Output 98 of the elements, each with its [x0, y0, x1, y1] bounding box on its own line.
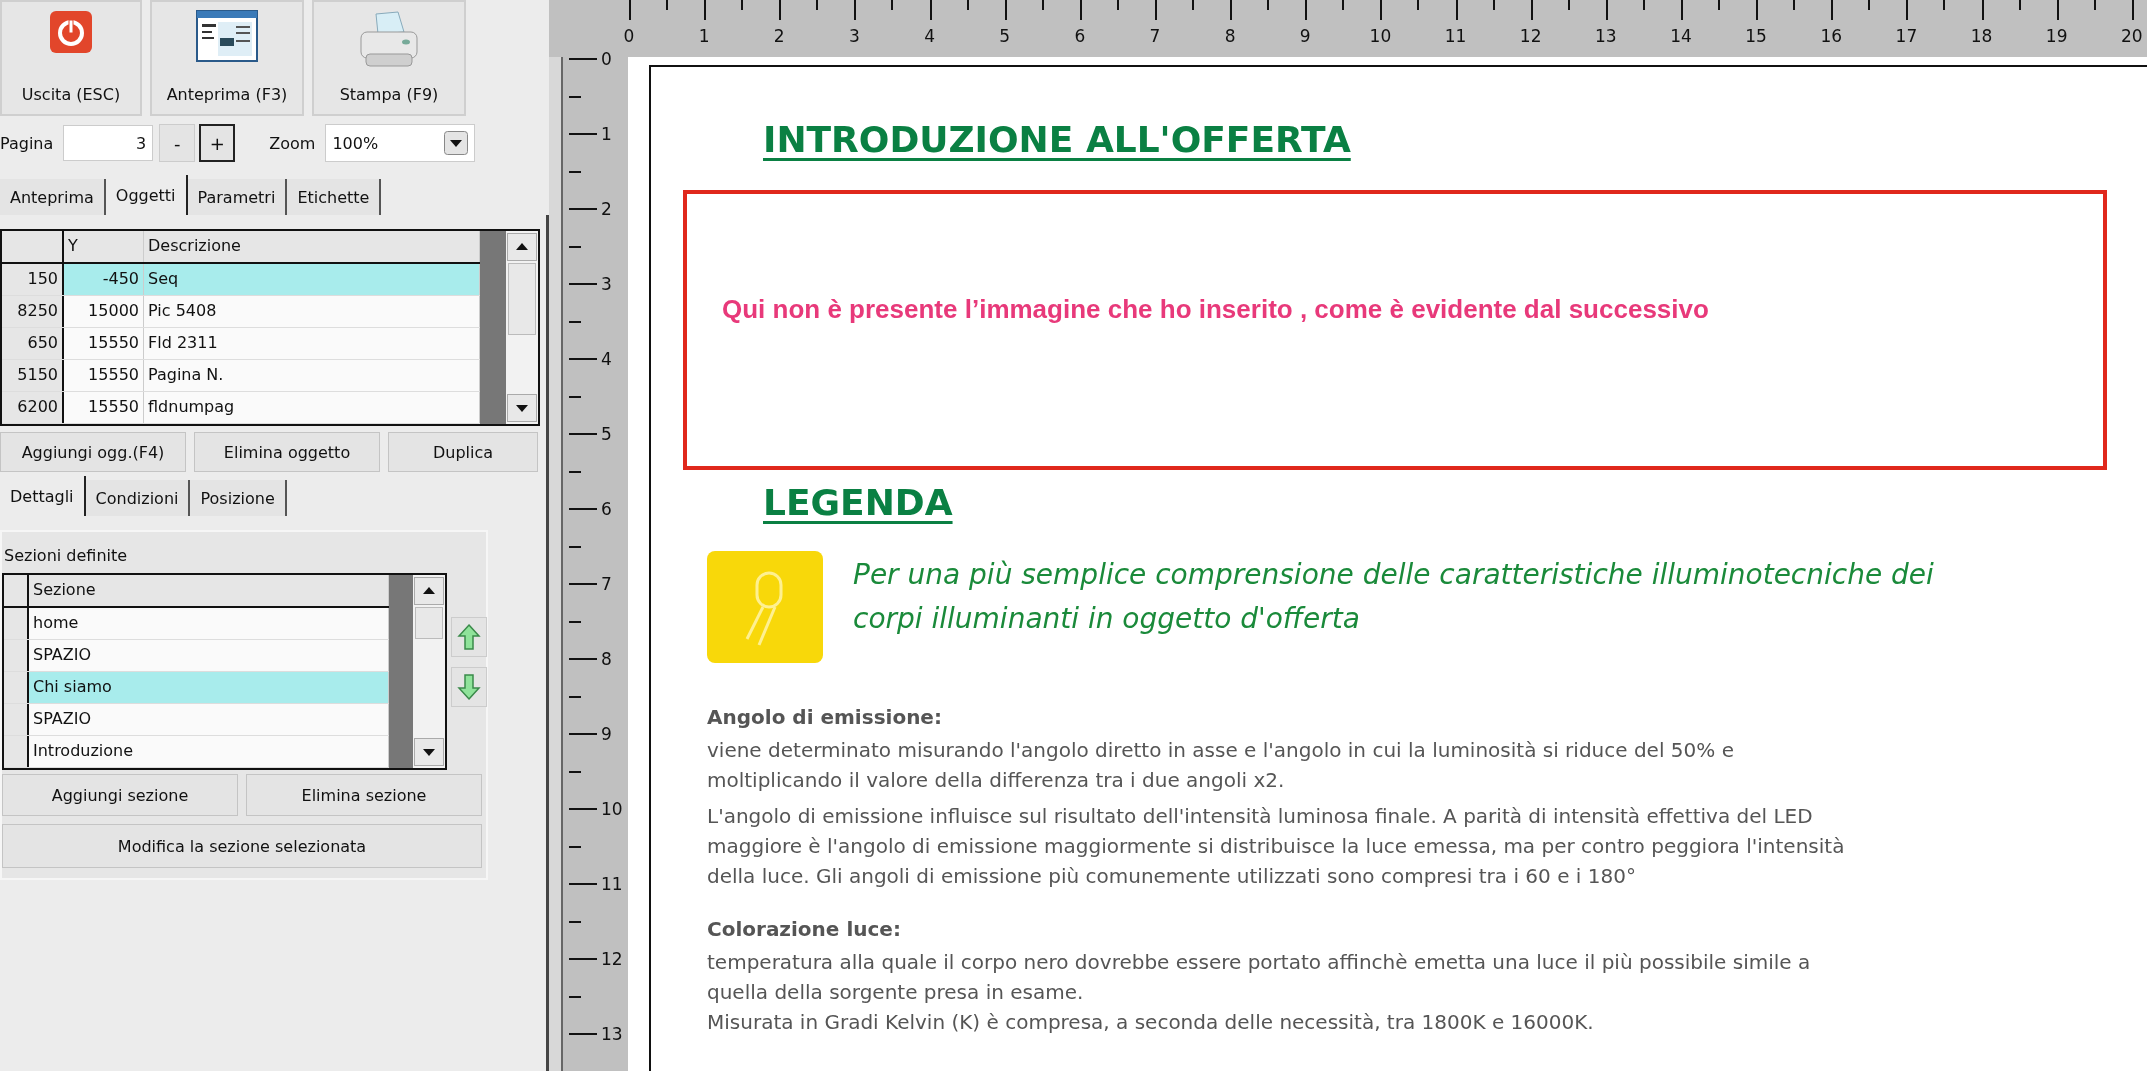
- ruler-label: 9: [601, 724, 612, 744]
- table-cell: 8250: [2, 296, 64, 327]
- ruler-label: 10: [1369, 26, 1392, 46]
- scroll-thumb[interactable]: [415, 607, 443, 639]
- ruler-label: 11: [601, 874, 623, 894]
- section-button[interactable]: Aggiungi sezione: [2, 774, 238, 816]
- table-cell: 150: [2, 264, 64, 295]
- led-icon: [707, 551, 823, 663]
- legend-intro-text: Per una più semplice comprensione delle caratteristiche illuminotecniche dei corpi illuminanti in oggetto d'offerta: [853, 557, 1934, 637]
- ruler-label: 4: [924, 26, 935, 46]
- object-button[interactable]: Aggiungi ogg.(F4): [0, 432, 186, 472]
- document-window-icon: [196, 10, 258, 62]
- scrollbar[interactable]: [413, 575, 445, 768]
- paragraph: temperatura alla quale il corpo nero dovrebbe essere portato affinchè emetta una luce il più possibile simile a quella della sorgente presa in esame. Misurata in Gradi Kelvin (K) è compresa, a seconda delle necessità, tra 1800K e 16000K.: [707, 949, 1811, 1036]
- ruler-label: 6: [1074, 26, 1086, 46]
- ruler-label: 6: [601, 499, 612, 519]
- scroll-down-icon[interactable]: [507, 394, 537, 422]
- toolbar-button[interactable]: Uscita (ESC): [0, 0, 142, 116]
- ruler-label: 1: [601, 124, 612, 144]
- table-cell: 5150: [2, 360, 64, 391]
- zoom-label: Zoom: [269, 133, 316, 153]
- ruler-label: 10: [601, 799, 623, 819]
- ruler-label: 2: [773, 26, 785, 46]
- move-up-button[interactable]: [451, 617, 487, 657]
- ruler-label: 8: [601, 649, 612, 669]
- table-cell: 15550: [64, 328, 144, 359]
- table-cell: 650: [2, 328, 64, 359]
- page-number-field[interactable]: 3: [63, 125, 154, 161]
- heading: INTRODUZIONE ALL'OFFERTA: [763, 119, 1351, 160]
- ruler-label: 13: [601, 1024, 623, 1044]
- page-label: Pagina: [0, 133, 54, 153]
- ruler-label: 11: [1444, 26, 1467, 46]
- table-row[interactable]: 5150 15550 Pagina N.: [2, 360, 480, 392]
- printer-icon: [358, 10, 420, 70]
- caret-icon: [444, 131, 469, 155]
- tab[interactable]: Etichette: [287, 179, 382, 215]
- up-arrow-icon: [457, 623, 481, 651]
- decrement-button[interactable]: -: [159, 124, 196, 162]
- ruler-label: 0: [601, 49, 612, 69]
- ruler-label: 15: [1745, 26, 1767, 46]
- tab[interactable]: Posizione: [190, 480, 287, 516]
- ruler-label: 1: [698, 26, 710, 46]
- table-cell: 15550: [64, 360, 144, 391]
- ruler-label: 12: [601, 949, 623, 969]
- section-title: Colorazione luce:: [707, 917, 901, 941]
- paragraph: viene determinato misurando l'angolo diretto in asse e l'angolo in cui la luminosità si riduce del 50% e moltiplicando il valore della differenza tra i due angoli x2.: [707, 737, 1734, 794]
- ruler-label: 17: [1895, 26, 1918, 46]
- ruler-label: 13: [1595, 26, 1617, 46]
- tab[interactable]: Parametri: [187, 179, 288, 215]
- ruler-label: 2: [601, 199, 612, 219]
- table-row[interactable]: 650 15550 Fld 2311: [2, 328, 480, 360]
- ruler-label: 12: [1519, 26, 1542, 46]
- scroll-up-icon[interactable]: [507, 233, 537, 261]
- ruler-label: 8: [1224, 26, 1236, 46]
- section-button[interactable]: Elimina sezione: [246, 774, 482, 816]
- table-cell: 15550: [64, 392, 144, 423]
- table-row[interactable]: 150 -450 Seq: [2, 264, 480, 296]
- move-down-button[interactable]: [451, 667, 487, 707]
- ruler-label: 3: [849, 26, 860, 46]
- ruler-label: 7: [601, 574, 612, 594]
- edit-section-button[interactable]: Modifica la sezione selezionata: [2, 824, 482, 868]
- ruler-label: 5: [601, 424, 612, 444]
- object-button[interactable]: Elimina oggetto: [194, 432, 380, 472]
- scroll-thumb[interactable]: [508, 263, 536, 335]
- ruler-label: 20: [2121, 26, 2143, 46]
- ruler-label: 16: [1820, 26, 1843, 46]
- zoom-dropdown[interactable]: 100%: [325, 124, 476, 162]
- tab[interactable]: Anteprima: [0, 179, 106, 215]
- table-row[interactable]: 8250 15000 Pic 5408: [2, 296, 480, 328]
- ruler-label: 5: [999, 26, 1011, 46]
- tab[interactable]: Condizioni: [85, 480, 191, 516]
- down-arrow-icon: [457, 673, 481, 701]
- increment-button[interactable]: +: [199, 124, 236, 162]
- table-cell: 15000: [64, 296, 144, 327]
- ruler-label: 9: [1299, 26, 1311, 46]
- ruler-label: 4: [601, 349, 612, 369]
- table-row[interactable]: 6200 15550 fldnumpag: [2, 392, 480, 424]
- group-title: Sezioni definite: [3, 546, 129, 565]
- heading: LEGENDA: [763, 482, 953, 523]
- object-button[interactable]: Duplica: [388, 432, 538, 472]
- table-cell: 6200: [2, 392, 64, 423]
- ruler-label: 18: [1970, 26, 1993, 46]
- ruler-label: 0: [623, 26, 635, 46]
- column-header[interactable]: Y: [64, 231, 144, 262]
- ruler-label: 19: [2045, 26, 2068, 46]
- ruler-label: 7: [1149, 26, 1161, 46]
- table-cell: -450: [64, 264, 144, 295]
- ruler-label: 14: [1670, 26, 1692, 46]
- scroll-down-icon[interactable]: [414, 738, 444, 766]
- paragraph: L'angolo di emissione influisce sul risultato dell'intensità luminosa finale. A parità di intensità effettiva del LED maggiore è l'angolo di emissione maggiormente si distribuisce la luce emessa, ma per contro peggiora l'intensità della luce. Gli angoli di emissione più comunemente utilizzati sono compresi tra i 60 e i 180°: [707, 803, 1845, 890]
- annotation-text: Qui non è presente l’immagine che ho inserito , come è evidente dal successivo: [722, 294, 1709, 324]
- power-icon: [49, 10, 93, 54]
- section-title: Angolo di emissione:: [707, 705, 942, 729]
- toolbar-button[interactable]: Stampa (F9): [312, 0, 466, 116]
- scrollbar[interactable]: [506, 231, 538, 424]
- scroll-up-icon[interactable]: [414, 577, 444, 605]
- ruler-label: 3: [601, 274, 612, 294]
- toolbar-button[interactable]: Anteprima (F3): [150, 0, 304, 116]
